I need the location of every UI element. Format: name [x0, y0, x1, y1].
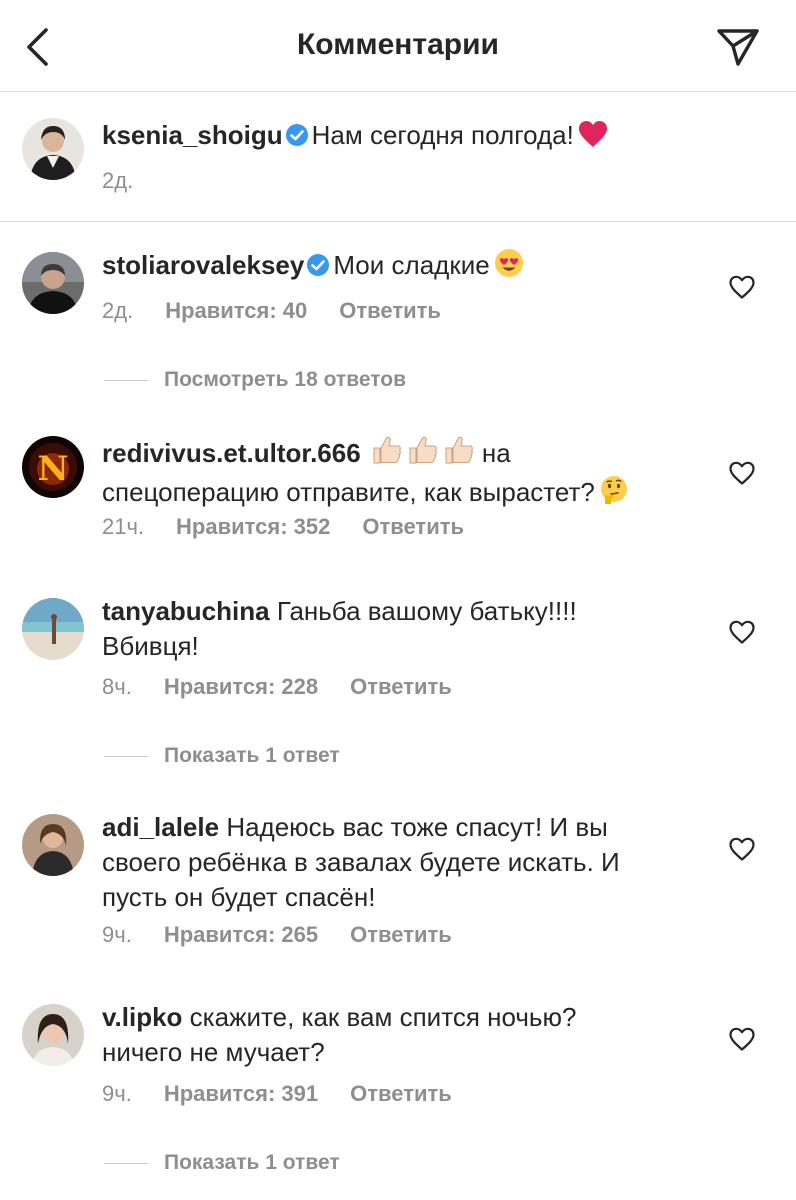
like-count[interactable]: Нравится: 352 — [176, 514, 330, 540]
red-heart-emoji-icon — [578, 120, 608, 157]
comment-meta: 9ч. Нравится: 265 Ответить — [102, 922, 452, 948]
avatar[interactable] — [22, 1004, 84, 1066]
comment-text-line-1: скажите, как вам спится ночью? — [189, 1002, 577, 1032]
caption-meta: 2д. — [102, 168, 133, 194]
comment-body: adi_lalele Надеюсь вас тоже спасут! И вы… — [102, 810, 620, 915]
heart-outline-icon — [729, 837, 755, 861]
like-button[interactable] — [727, 1024, 757, 1054]
comment-text-line-1: на — [481, 438, 511, 468]
view-replies-button[interactable]: Посмотреть 18 ответов — [104, 365, 406, 395]
share-button[interactable] — [714, 24, 762, 70]
replies-divider — [104, 379, 148, 381]
timestamp: 21ч. — [102, 514, 145, 539]
like-button[interactable] — [727, 272, 757, 302]
view-replies-button[interactable]: Показать 1 ответ — [104, 741, 340, 771]
avatar[interactable] — [22, 252, 84, 314]
reply-button[interactable]: Ответить — [350, 1081, 452, 1107]
like-count[interactable]: Нравится: 391 — [164, 1081, 318, 1107]
comment-body: redivivus.et.ultor.666 на спецоперацию о… — [102, 434, 629, 514]
username[interactable]: adi_lalele — [102, 812, 219, 842]
verified-badge-icon — [306, 251, 330, 286]
timestamp: 9ч. — [102, 922, 132, 947]
reply-button[interactable]: Ответить — [350, 674, 452, 700]
avatar[interactable] — [22, 118, 84, 180]
timestamp: 2д. — [102, 298, 134, 323]
reply-button[interactable]: Ответить — [350, 922, 452, 948]
heart-outline-icon — [729, 461, 755, 485]
username[interactable]: v.lipko — [102, 1002, 182, 1032]
comment-text-line-3: пусть он будет спасён! — [102, 882, 376, 912]
svg-text:N: N — [37, 449, 68, 489]
view-replies-button[interactable]: Показать 1 ответ — [104, 1148, 340, 1178]
like-count[interactable]: Нравится: 265 — [164, 922, 318, 948]
post-caption: ksenia_shoigu Нам сегодня полгода! 2д. — [0, 92, 796, 222]
username[interactable]: tanyabuchina — [102, 596, 270, 626]
comment-body: tanyabuchina Ганьба вашому батьку!!!! Вб… — [102, 594, 577, 664]
view-replies-label: Показать 1 ответ — [164, 1151, 340, 1174]
like-count[interactable]: Нравится: 228 — [164, 674, 318, 700]
heart-outline-icon — [729, 620, 755, 644]
like-button[interactable] — [727, 458, 757, 488]
replies-divider — [104, 1162, 148, 1164]
heart-eyes-emoji-icon — [494, 248, 524, 287]
comment-text-line-2: ничего не мучает? — [102, 1037, 325, 1067]
avatar[interactable]: N — [22, 436, 84, 498]
paper-plane-icon — [717, 29, 759, 66]
reply-button[interactable]: Ответить — [339, 298, 441, 324]
like-count[interactable]: Нравится: 40 — [165, 298, 307, 324]
avatar[interactable] — [22, 598, 84, 660]
username[interactable]: ksenia_shoigu — [102, 120, 283, 150]
comment-text-line-2: спецоперацию отправите, как вырастет? — [102, 477, 595, 507]
timestamp: 8ч. — [102, 674, 132, 699]
username[interactable]: redivivus.et.ultor.666 — [102, 438, 361, 468]
thinking-face-emoji-icon — [599, 475, 629, 514]
top-bar: Комментарии — [0, 0, 796, 92]
comment-meta: 2д. Нравится: 40 Ответить — [102, 298, 441, 324]
heart-outline-icon — [729, 1027, 755, 1051]
thumbs-up-emoji-icon — [371, 434, 475, 475]
view-replies-label: Посмотреть 18 ответов — [164, 368, 406, 391]
replies-divider — [104, 755, 148, 757]
avatar[interactable] — [22, 814, 84, 876]
comment-meta: 21ч. Нравится: 352 Ответить — [102, 514, 464, 540]
reply-button[interactable]: Ответить — [362, 514, 464, 540]
comment-text-line-1: Ганьба вашому батьку!!!! — [276, 596, 577, 626]
view-replies-label: Показать 1 ответ — [164, 744, 340, 767]
comment-text-line-2: своего ребёнка в завалах будете искать. … — [102, 847, 620, 877]
caption-text: ksenia_shoigu Нам сегодня полгода! — [102, 118, 608, 157]
comment-body: v.lipko скажите, как вам спится ночью? н… — [102, 1000, 576, 1070]
page-title: Комментарии — [296, 28, 500, 61]
heart-outline-icon — [729, 275, 755, 299]
comment-text: Нам сегодня полгода! — [311, 120, 574, 150]
comment-meta: 8ч. Нравится: 228 Ответить — [102, 674, 452, 700]
comment-text: Мои сладкие — [333, 250, 490, 280]
timestamp: 9ч. — [102, 1081, 132, 1106]
like-button[interactable] — [727, 834, 757, 864]
username[interactable]: stoliarovaleksey — [102, 250, 304, 280]
verified-badge-icon — [285, 121, 309, 156]
comment-text-line-1: Надеюсь вас тоже спасут! И вы — [226, 812, 608, 842]
comment-text-line-2: Вбивця! — [102, 631, 199, 661]
like-button[interactable] — [727, 617, 757, 647]
comment-meta: 9ч. Нравится: 391 Ответить — [102, 1081, 452, 1107]
timestamp: 2д. — [102, 168, 134, 193]
comment-body: stoliarovaleksey Мои сладкие — [102, 248, 524, 287]
